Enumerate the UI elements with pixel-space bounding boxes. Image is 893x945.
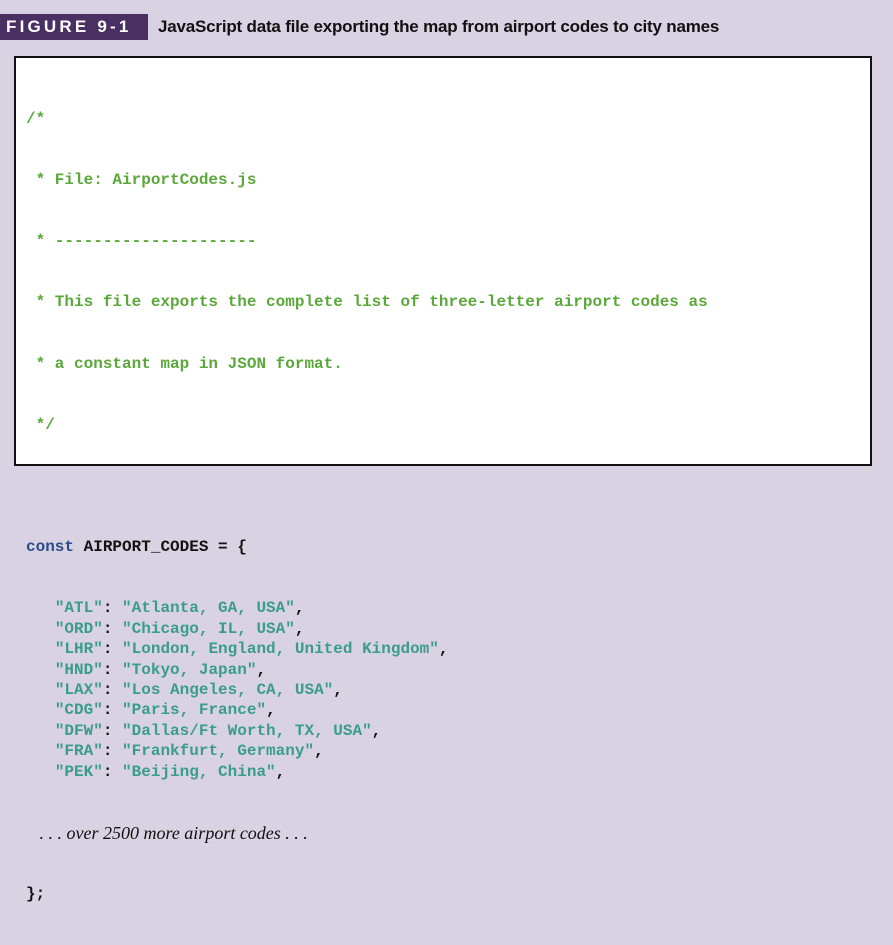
map-entry: "CDG": "Paris, France", — [54, 701, 276, 720]
city-name: "Chicago, IL, USA" — [122, 619, 295, 638]
airport-code: "HND" — [54, 660, 103, 679]
airport-code: "DFW" — [54, 721, 103, 740]
airport-code: "ATL" — [54, 599, 103, 618]
map-entry: "LHR": "London, England, United Kingdom"… — [54, 640, 449, 659]
close-brace: }; — [26, 884, 46, 903]
airport-code: "ORD" — [54, 619, 103, 638]
comment-line: /* — [26, 109, 46, 128]
airport-code: "LAX" — [54, 681, 103, 699]
comment-line: * This file exports the complete list of… — [26, 293, 708, 312]
entries-list: "ATL": "Atlanta, GA, USA", "ORD": "Chica… — [26, 598, 708, 782]
airport-code: "LHR" — [54, 640, 103, 659]
open-brace: = { — [208, 538, 247, 557]
map-entry: "FRA": "Frankfurt, Germany", — [54, 742, 324, 761]
more-codes-text: . . . over 2500 more airport codes . . . — [39, 822, 308, 843]
code-block: /* * File: AirportCodes.js * -----------… — [26, 68, 708, 945]
declaration-line: const AIRPORT_CODES = { — [26, 537, 708, 557]
comment-line: * File: AirportCodes.js — [26, 171, 257, 190]
city-name: "Los Angeles, CA, USA" — [122, 681, 334, 699]
more-codes-note: . . . over 2500 more airport codes . . . — [26, 823, 708, 843]
airport-code: "CDG" — [54, 701, 103, 720]
map-entry: "ATL": "Atlanta, GA, USA", — [54, 599, 305, 618]
city-name: "Tokyo, Japan" — [122, 660, 257, 679]
code-listing: /* * File: AirportCodes.js * -----------… — [14, 56, 872, 903]
airport-codes-identifier: AIRPORT_CODES — [83, 538, 209, 557]
airport-code: "PEK" — [54, 762, 103, 781]
map-entry: "ORD": "Chicago, IL, USA", — [54, 619, 305, 638]
figure-label: FIGURE 9-1 — [0, 14, 148, 40]
map-entry: "DFW": "Dallas/Ft Worth, TX, USA", — [54, 721, 382, 740]
map-entry: "HND": "Tokyo, Japan", — [54, 660, 267, 679]
const-keyword: const — [26, 538, 75, 557]
city-name: "Paris, France" — [122, 701, 267, 720]
comment-line: * a constant map in JSON format. — [26, 354, 343, 373]
city-name: "Frankfurt, Germany" — [122, 742, 315, 761]
figure-title: JavaScript data file exporting the map f… — [158, 17, 720, 36]
city-name: "Dallas/Ft Worth, TX, USA" — [122, 721, 372, 740]
figure-header: FIGURE 9-1 JavaScript data file exportin… — [0, 0, 893, 40]
comment-line: * --------------------- — [26, 232, 257, 251]
map-entry: "PEK": "Beijing, China", — [54, 762, 286, 781]
city-name: "Beijing, China" — [122, 762, 276, 781]
map-entry: "LAX": "Los Angeles, CA, USA", — [54, 681, 343, 699]
city-name: "Atlanta, GA, USA" — [122, 599, 295, 618]
airport-code: "FRA" — [54, 742, 103, 761]
city-name: "London, England, United Kingdom" — [122, 640, 439, 659]
comment-line: */ — [26, 415, 55, 434]
